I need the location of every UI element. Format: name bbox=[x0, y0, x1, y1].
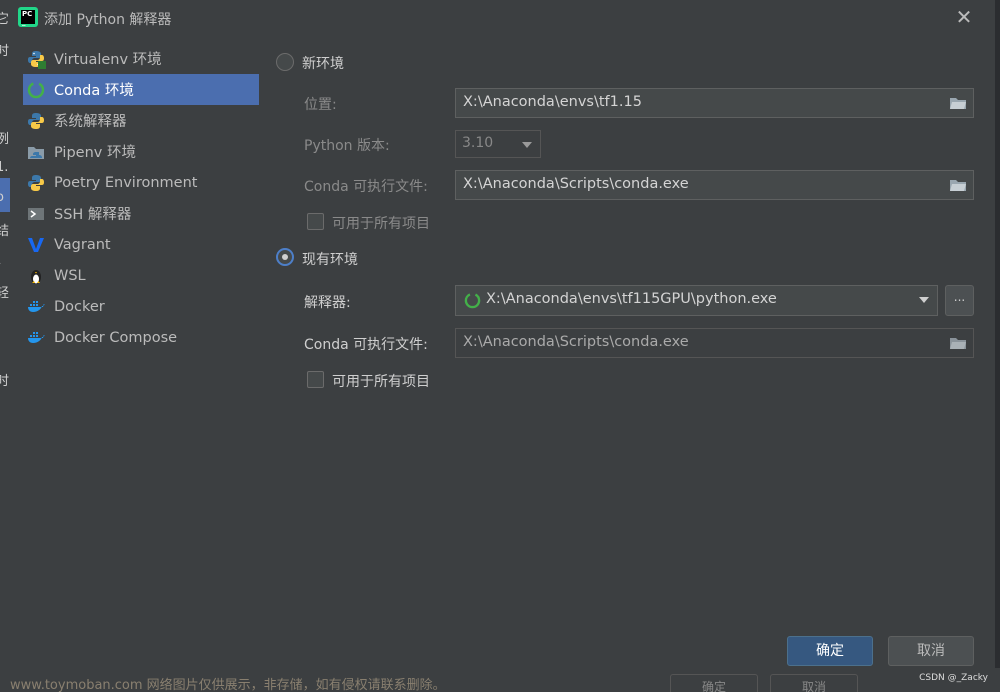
watermark-text: www.toymoban.com 网络图片仅供展示，非存储，如有侵权请联系删除。 bbox=[10, 678, 446, 692]
sidebar-item-label: Conda 环境 bbox=[54, 83, 134, 99]
background-text: 时 bbox=[0, 44, 10, 59]
vagrant-icon bbox=[27, 236, 45, 254]
background-text: 轻 bbox=[0, 286, 10, 301]
sidebar-item-label: Docker bbox=[54, 298, 105, 315]
pycharm-logo-icon: PC _ bbox=[18, 7, 38, 27]
docker-icon bbox=[27, 298, 45, 316]
python-version-label: Python 版本: bbox=[304, 138, 390, 154]
location-field[interactable]: X:\Anaconda\envs\tf1.15 bbox=[455, 88, 974, 118]
background-text: 结 bbox=[0, 224, 10, 239]
background-text: 1. bbox=[0, 160, 9, 175]
ssh-terminal-icon bbox=[27, 205, 45, 223]
pipenv-icon bbox=[27, 143, 45, 161]
folder-icon[interactable] bbox=[949, 96, 967, 110]
location-label: 位置: bbox=[304, 97, 337, 113]
sidebar-item-conda[interactable]: Conda 环境 bbox=[23, 74, 259, 105]
python-icon bbox=[27, 112, 45, 130]
docker-icon bbox=[27, 329, 45, 347]
sidebar-item-docker[interactable]: Docker bbox=[23, 291, 259, 322]
cancel-button[interactable]: 取消 bbox=[888, 636, 974, 666]
sidebar-item-poetry[interactable]: Poetry Environment bbox=[23, 167, 259, 198]
background-text: 例 bbox=[0, 132, 10, 147]
available-all-projects-checkbox-existing[interactable] bbox=[307, 371, 324, 388]
python-version-value: 3.10 bbox=[462, 135, 494, 151]
sidebar-item-vagrant[interactable]: Vagrant bbox=[23, 229, 259, 260]
available-all-projects-checkbox[interactable] bbox=[307, 213, 324, 230]
python-version-select[interactable]: 3.10 bbox=[455, 130, 541, 158]
sidebar-item-virtualenv[interactable]: Virtualenv 环境 bbox=[23, 43, 259, 74]
background-ide-strip: 它 时 例 1. o 结 \ 轻 时 bbox=[0, 0, 10, 692]
poetry-icon bbox=[27, 174, 45, 192]
sidebar-item-label: 系统解释器 bbox=[54, 114, 127, 130]
interpreter-select[interactable]: X:\Anaconda\envs\tf115GPU\python.exe bbox=[455, 285, 938, 316]
background-text: o bbox=[0, 190, 10, 205]
interpreter-value: X:\Anaconda\envs\tf115GPU\python.exe bbox=[486, 291, 777, 307]
existing-environment-radio[interactable] bbox=[276, 248, 294, 266]
ok-button[interactable]: 确定 bbox=[787, 636, 873, 666]
conda-executable-label: Conda 可执行文件: bbox=[304, 179, 428, 195]
sidebar-item-label: SSH 解释器 bbox=[54, 207, 132, 223]
sidebar-item-label: Docker Compose bbox=[54, 329, 178, 346]
background-text: \ bbox=[0, 252, 10, 267]
close-icon: ✕ bbox=[955, 5, 973, 29]
sidebar-item-label: Vagrant bbox=[54, 236, 111, 253]
sidebar-item-label: Virtualenv 环境 bbox=[54, 52, 162, 68]
background-ok-button: 确定 bbox=[670, 674, 758, 692]
new-environment-radio[interactable] bbox=[276, 53, 294, 71]
browse-interpreter-button[interactable]: ... bbox=[945, 285, 974, 316]
conda-icon bbox=[464, 292, 481, 309]
interpreter-type-list: Virtualenv 环境 Conda 环境 系统解释器 Pipenv 环境 P… bbox=[23, 43, 259, 353]
location-value: X:\Anaconda\envs\tf1.15 bbox=[463, 94, 642, 110]
conda-executable-field-existing[interactable]: X:\Anaconda\Scripts\conda.exe bbox=[455, 328, 974, 358]
chevron-down-icon bbox=[919, 297, 929, 303]
dialog-titlebar: PC _ 添加 Python 解释器 ✕ bbox=[10, 0, 995, 34]
sidebar-item-ssh[interactable]: SSH 解释器 bbox=[23, 198, 259, 229]
sidebar-item-wsl[interactable]: WSL bbox=[23, 260, 259, 291]
sidebar-item-label: WSL bbox=[54, 267, 86, 284]
existing-environment-label: 现有环境 bbox=[302, 252, 358, 268]
linux-penguin-icon bbox=[27, 267, 45, 285]
credit-text: CSDN @_Zacky bbox=[919, 673, 988, 683]
available-all-projects-label: 可用于所有项目 bbox=[332, 216, 430, 232]
chevron-down-icon bbox=[522, 142, 532, 148]
sidebar-item-pipenv[interactable]: Pipenv 环境 bbox=[23, 136, 259, 167]
interpreter-label: 解释器: bbox=[304, 295, 351, 311]
conda-icon bbox=[27, 81, 45, 99]
new-environment-label: 新环境 bbox=[302, 56, 344, 72]
sidebar-item-label: Pipenv 环境 bbox=[54, 145, 136, 161]
python-icon bbox=[27, 50, 46, 69]
background-cancel-button: 取消 bbox=[770, 674, 858, 692]
sidebar-item-label: Poetry Environment bbox=[54, 174, 198, 191]
conda-executable-value-existing: X:\Anaconda\Scripts\conda.exe bbox=[463, 334, 689, 350]
dialog-title: 添加 Python 解释器 bbox=[44, 12, 172, 28]
close-button[interactable]: ✕ bbox=[953, 6, 975, 28]
folder-icon[interactable] bbox=[949, 178, 967, 192]
background-text: 它 bbox=[0, 12, 10, 27]
conda-executable-label-existing: Conda 可执行文件: bbox=[304, 337, 428, 353]
add-python-interpreter-dialog: PC _ 添加 Python 解释器 ✕ Virtualenv 环境 Conda … bbox=[10, 0, 995, 668]
sidebar-item-system-interpreter[interactable]: 系统解释器 bbox=[23, 105, 259, 136]
background-text: 时 bbox=[0, 374, 10, 389]
conda-executable-value: X:\Anaconda\Scripts\conda.exe bbox=[463, 176, 689, 192]
sidebar-item-docker-compose[interactable]: Docker Compose bbox=[23, 322, 259, 353]
folder-icon[interactable] bbox=[949, 336, 967, 350]
available-all-projects-label-existing: 可用于所有项目 bbox=[332, 374, 430, 390]
conda-executable-field[interactable]: X:\Anaconda\Scripts\conda.exe bbox=[455, 170, 974, 200]
